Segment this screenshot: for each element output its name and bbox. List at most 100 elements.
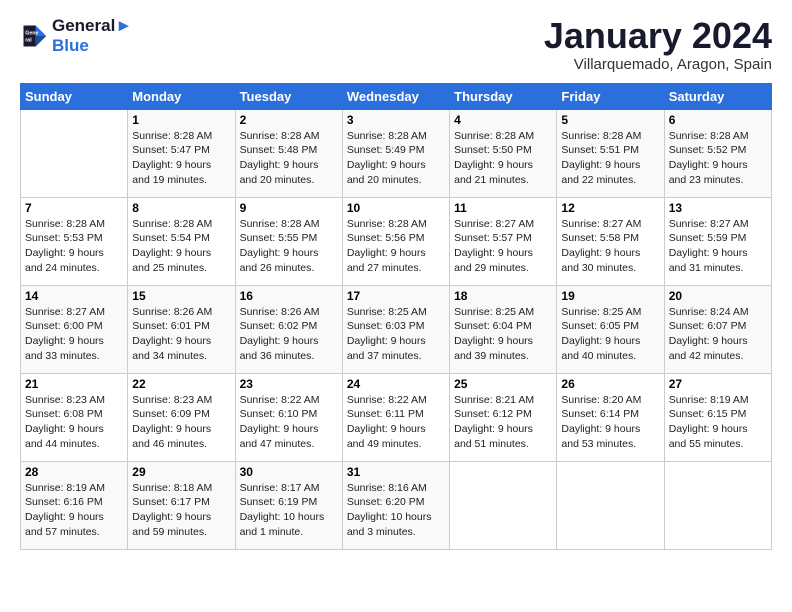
- cell-content: Sunrise: 8:20 AMSunset: 6:14 PMDaylight:…: [561, 393, 659, 452]
- calendar-cell: 12 Sunrise: 8:27 AMSunset: 5:58 PMDayligh…: [557, 197, 664, 285]
- day-number: 6: [669, 113, 767, 127]
- cell-content: Sunrise: 8:23 AMSunset: 6:09 PMDaylight:…: [132, 393, 230, 452]
- cell-content: Sunrise: 8:25 AMSunset: 6:03 PMDaylight:…: [347, 305, 445, 364]
- cell-content: Sunrise: 8:26 AMSunset: 6:01 PMDaylight:…: [132, 305, 230, 364]
- calendar-cell: 16 Sunrise: 8:26 AMSunset: 6:02 PMDayligh…: [235, 285, 342, 373]
- logo-text: General► Blue: [52, 16, 132, 55]
- calendar-cell: 18Sunrise: 8:25 AMSunset: 6:04 PMDayligh…: [450, 285, 557, 373]
- cell-content: Sunrise: 8:28 AMSunset: 5:51 PMDaylight:…: [561, 129, 659, 188]
- day-number: 26: [561, 377, 659, 391]
- day-number: 7: [25, 201, 123, 215]
- cell-content: Sunrise: 8:26 AMSunset: 6:02 PMDaylight:…: [240, 305, 338, 364]
- calendar-cell: [557, 461, 664, 549]
- calendar-cell: 19 Sunrise: 8:25 AMSunset: 6:05 PMDayligh…: [557, 285, 664, 373]
- cell-content: Sunrise: 8:28 AMSunset: 5:56 PMDaylight:…: [347, 217, 445, 276]
- day-number: 14: [25, 289, 123, 303]
- calendar-cell: 11 Sunrise: 8:27 AMSunset: 5:57 PMDayligh…: [450, 197, 557, 285]
- cell-content: Sunrise: 8:17 AMSunset: 6:19 PMDaylight:…: [240, 481, 338, 540]
- calendar-cell: 7 Sunrise: 8:28 AMSunset: 5:53 PMDaylight…: [21, 197, 128, 285]
- calendar-cell: [450, 461, 557, 549]
- calendar-cell: 31Sunrise: 8:16 AMSunset: 6:20 PMDayligh…: [342, 461, 449, 549]
- logo: Gene ral General► Blue: [20, 16, 132, 55]
- calendar-cell: 13Sunrise: 8:27 AMSunset: 5:59 PMDayligh…: [664, 197, 771, 285]
- cell-content: Sunrise: 8:16 AMSunset: 6:20 PMDaylight:…: [347, 481, 445, 540]
- col-monday: Monday: [128, 83, 235, 109]
- location-subtitle: Villarquemado, Aragon, Spain: [544, 56, 772, 73]
- calendar-cell: 21Sunrise: 8:23 AMSunset: 6:08 PMDayligh…: [21, 373, 128, 461]
- calendar-cell: 3 Sunrise: 8:28 AMSunset: 5:49 PMDaylight…: [342, 109, 449, 197]
- cell-content: Sunrise: 8:21 AMSunset: 6:12 PMDaylight:…: [454, 393, 552, 452]
- cell-content: Sunrise: 8:24 AMSunset: 6:07 PMDaylight:…: [669, 305, 767, 364]
- cell-content: Sunrise: 8:28 AMSunset: 5:48 PMDaylight:…: [240, 129, 338, 188]
- calendar-body: 1Sunrise: 8:28 AMSunset: 5:47 PMDaylight…: [21, 109, 772, 549]
- day-number: 12: [561, 201, 659, 215]
- calendar-cell: 29Sunrise: 8:18 AMSunset: 6:17 PMDayligh…: [128, 461, 235, 549]
- title-block: January 2024 Villarquemado, Aragon, Spai…: [544, 16, 772, 73]
- calendar-cell: 24Sunrise: 8:22 AMSunset: 6:11 PMDayligh…: [342, 373, 449, 461]
- header-row: Sunday Monday Tuesday Wednesday Thursday…: [21, 83, 772, 109]
- calendar-cell: 30 Sunrise: 8:17 AMSunset: 6:19 PMDayligh…: [235, 461, 342, 549]
- day-number: 4: [454, 113, 552, 127]
- day-number: 3: [347, 113, 445, 127]
- calendar-cell: 25Sunrise: 8:21 AMSunset: 6:12 PMDayligh…: [450, 373, 557, 461]
- day-number: 11: [454, 201, 552, 215]
- cell-content: Sunrise: 8:28 AMSunset: 5:53 PMDaylight:…: [25, 217, 123, 276]
- calendar-cell: 27 Sunrise: 8:19 AMSunset: 6:15 PMDayligh…: [664, 373, 771, 461]
- cell-content: Sunrise: 8:22 AMSunset: 6:10 PMDaylight:…: [240, 393, 338, 452]
- calendar-cell: 23 Sunrise: 8:22 AMSunset: 6:10 PMDayligh…: [235, 373, 342, 461]
- day-number: 21: [25, 377, 123, 391]
- cell-content: Sunrise: 8:28 AMSunset: 5:49 PMDaylight:…: [347, 129, 445, 188]
- col-wednesday: Wednesday: [342, 83, 449, 109]
- page: Gene ral General► Blue January 2024 Vill…: [0, 0, 792, 560]
- day-number: 9: [240, 201, 338, 215]
- day-number: 16: [240, 289, 338, 303]
- day-number: 24: [347, 377, 445, 391]
- day-number: 19: [561, 289, 659, 303]
- day-number: 30: [240, 465, 338, 479]
- day-number: 10: [347, 201, 445, 215]
- day-number: 28: [25, 465, 123, 479]
- cell-content: Sunrise: 8:27 AMSunset: 5:58 PMDaylight:…: [561, 217, 659, 276]
- day-number: 15: [132, 289, 230, 303]
- col-saturday: Saturday: [664, 83, 771, 109]
- calendar-cell: 20 Sunrise: 8:24 AMSunset: 6:07 PMDayligh…: [664, 285, 771, 373]
- day-number: 17: [347, 289, 445, 303]
- cell-content: Sunrise: 8:28 AMSunset: 5:54 PMDaylight:…: [132, 217, 230, 276]
- col-sunday: Sunday: [21, 83, 128, 109]
- col-friday: Friday: [557, 83, 664, 109]
- calendar-cell: 9 Sunrise: 8:28 AMSunset: 5:55 PMDaylight…: [235, 197, 342, 285]
- cell-content: Sunrise: 8:28 AMSunset: 5:52 PMDaylight:…: [669, 129, 767, 188]
- calendar-cell: 14 Sunrise: 8:27 AMSunset: 6:00 PMDayligh…: [21, 285, 128, 373]
- calendar-table: Sunday Monday Tuesday Wednesday Thursday…: [20, 83, 772, 550]
- cell-content: Sunrise: 8:19 AMSunset: 6:16 PMDaylight:…: [25, 481, 123, 540]
- day-number: 23: [240, 377, 338, 391]
- day-number: 20: [669, 289, 767, 303]
- day-number: 5: [561, 113, 659, 127]
- col-tuesday: Tuesday: [235, 83, 342, 109]
- day-number: 18: [454, 289, 552, 303]
- cell-content: Sunrise: 8:27 AMSunset: 6:00 PMDaylight:…: [25, 305, 123, 364]
- cell-content: Sunrise: 8:28 AMSunset: 5:55 PMDaylight:…: [240, 217, 338, 276]
- day-number: 27: [669, 377, 767, 391]
- col-thursday: Thursday: [450, 83, 557, 109]
- week-row-3: 21Sunrise: 8:23 AMSunset: 6:08 PMDayligh…: [21, 373, 772, 461]
- week-row-0: 1Sunrise: 8:28 AMSunset: 5:47 PMDaylight…: [21, 109, 772, 197]
- svg-text:ral: ral: [25, 37, 32, 43]
- calendar-cell: 10 Sunrise: 8:28 AMSunset: 5:56 PMDayligh…: [342, 197, 449, 285]
- cell-content: Sunrise: 8:19 AMSunset: 6:15 PMDaylight:…: [669, 393, 767, 452]
- cell-content: Sunrise: 8:28 AMSunset: 5:50 PMDaylight:…: [454, 129, 552, 188]
- calendar-cell: 2Sunrise: 8:28 AMSunset: 5:48 PMDaylight…: [235, 109, 342, 197]
- calendar-cell: 22 Sunrise: 8:23 AMSunset: 6:09 PMDayligh…: [128, 373, 235, 461]
- calendar-cell: 1Sunrise: 8:28 AMSunset: 5:47 PMDaylight…: [128, 109, 235, 197]
- cell-content: Sunrise: 8:27 AMSunset: 5:57 PMDaylight:…: [454, 217, 552, 276]
- calendar-cell: 6 Sunrise: 8:28 AMSunset: 5:52 PMDaylight…: [664, 109, 771, 197]
- cell-content: Sunrise: 8:25 AMSunset: 6:05 PMDaylight:…: [561, 305, 659, 364]
- day-number: 22: [132, 377, 230, 391]
- calendar-cell: [21, 109, 128, 197]
- week-row-1: 7 Sunrise: 8:28 AMSunset: 5:53 PMDaylight…: [21, 197, 772, 285]
- week-row-2: 14 Sunrise: 8:27 AMSunset: 6:00 PMDayligh…: [21, 285, 772, 373]
- calendar-cell: 17 Sunrise: 8:25 AMSunset: 6:03 PMDayligh…: [342, 285, 449, 373]
- week-row-4: 28 Sunrise: 8:19 AMSunset: 6:16 PMDayligh…: [21, 461, 772, 549]
- day-number: 8: [132, 201, 230, 215]
- calendar-cell: 28 Sunrise: 8:19 AMSunset: 6:16 PMDayligh…: [21, 461, 128, 549]
